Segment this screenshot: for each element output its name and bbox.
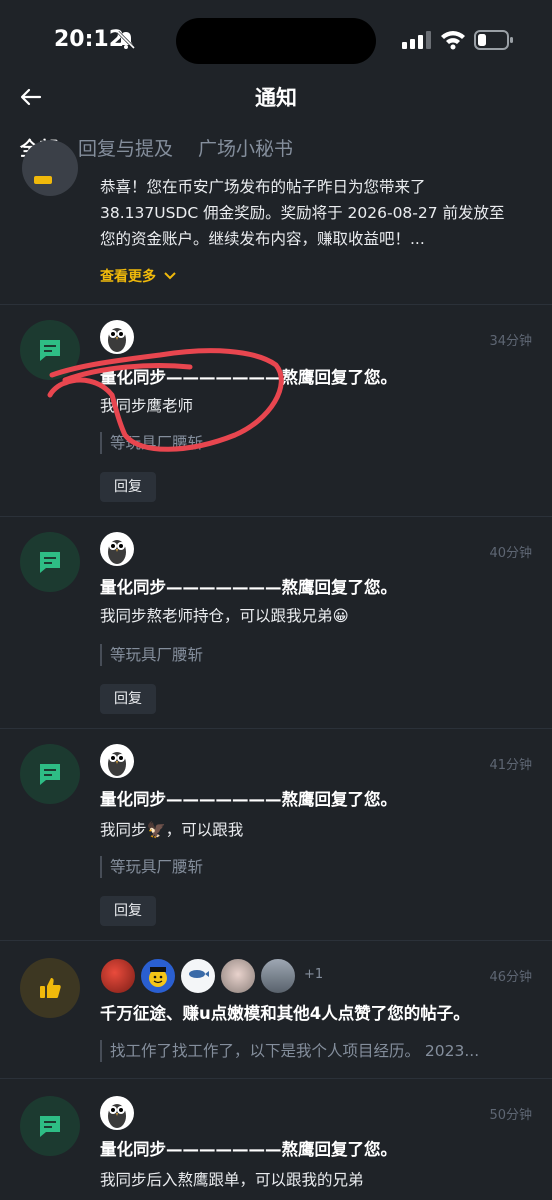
cellular-signal-icon	[402, 31, 431, 49]
avatar[interactable]	[100, 320, 134, 354]
thumbs-up-icon	[40, 978, 61, 998]
reply-type-badge	[20, 320, 80, 380]
reply-button[interactable]: 回复	[100, 684, 156, 714]
reward-body: 恭喜！您在币安广场发布的帖子昨日为您带来了 38.137USDC 佣金奖励。奖励…	[100, 178, 505, 248]
timestamp: 46分钟	[489, 970, 532, 985]
reply-type-badge	[20, 532, 80, 592]
avatar[interactable]	[100, 744, 134, 778]
extra-likers-count: +1	[304, 967, 324, 982]
chevron-down-icon	[164, 272, 176, 280]
owl-avatar-icon	[108, 328, 126, 352]
comment-icon	[40, 1116, 60, 1137]
avatar[interactable]	[100, 1096, 134, 1130]
avatar[interactable]	[180, 958, 216, 994]
owl-avatar-icon	[108, 1104, 126, 1128]
notification-headline: 量化同步———————熬鹰回复了您。	[100, 790, 397, 809]
dynamic-island	[176, 18, 376, 64]
quoted-post[interactable]: 找工作了找工作了，以下是我个人项目经历。 2023...	[100, 1040, 479, 1062]
nav-header: 通知	[0, 72, 552, 122]
reply-type-badge	[20, 744, 80, 804]
tab-replies-mentions[interactable]: 回复与提及	[78, 134, 173, 161]
reward-avatar	[22, 140, 78, 196]
reply-notification[interactable]: 34分钟 量化同步———————熬鹰回复了您。 我同步鹰老师 等玩具厂腰斩 回复	[0, 304, 552, 516]
notification-headline: 千万征途、赚u点嫩模和其他4人点赞了您的帖子。	[100, 1004, 470, 1023]
see-more-label: 查看更多	[100, 269, 156, 285]
wifi-icon	[441, 31, 465, 50]
comment-icon	[40, 340, 60, 361]
owl-avatar-icon	[108, 540, 126, 564]
liker-avatars[interactable]: +1	[100, 958, 323, 994]
timestamp: 50分钟	[489, 1108, 532, 1123]
reply-message: 我同步鹰老师	[100, 397, 194, 415]
like-type-badge	[20, 958, 80, 1018]
comment-icon	[40, 764, 60, 785]
fish-logo-icon	[189, 970, 209, 978]
avatar[interactable]	[140, 958, 176, 994]
reply-notification[interactable]: 50分钟 量化同步———————熬鹰回复了您。 我同步后入熬鹰跟单，可以跟我的兄…	[0, 1078, 552, 1200]
timestamp: 40分钟	[489, 546, 532, 561]
quoted-post[interactable]: 等玩具厂腰斩	[100, 856, 203, 878]
reply-message: 我同步🦅，可以跟我	[100, 821, 244, 839]
quoted-post[interactable]: 等玩具厂腰斩	[100, 644, 203, 666]
avatar[interactable]	[220, 958, 256, 994]
owl-avatar-icon	[108, 752, 126, 776]
battery-icon	[474, 30, 513, 50]
reply-message: 我同步后入熬鹰跟单，可以跟我的兄弟	[100, 1171, 364, 1189]
comment-icon	[40, 552, 60, 573]
reply-message: 我同步熬老师持仓，可以跟我兄弟😀	[100, 607, 349, 625]
status-bar: 20:12	[0, 0, 552, 80]
timestamp: 34分钟	[489, 334, 532, 349]
like-notification[interactable]: +1 46分钟 千万征途、赚u点嫩模和其他4人点赞了您的帖子。 找工作了找工作了…	[0, 940, 552, 1078]
reply-button[interactable]: 回复	[100, 896, 156, 926]
notification-headline: 量化同步———————熬鹰回复了您。	[100, 1140, 397, 1159]
reward-notification[interactable]: 恭喜！您在币安广场发布的帖子昨日为您带来了 38.137USDC 佣金奖励。奖励…	[0, 140, 552, 304]
reply-button[interactable]: 回复	[100, 472, 156, 502]
notification-headline: 量化同步———————熬鹰回复了您。	[100, 368, 397, 387]
tab-square-assistant[interactable]: 广场小秘书	[198, 134, 293, 161]
page-title: 通知	[255, 86, 297, 110]
avatar[interactable]	[100, 532, 134, 566]
avatar[interactable]	[100, 958, 136, 994]
reply-notification[interactable]: 41分钟 量化同步———————熬鹰回复了您。 我同步🦅，可以跟我 等玩具厂腰斩…	[0, 728, 552, 940]
tab-bar: 全部 回复与提及 广场小秘书	[0, 130, 552, 170]
clock: 20:12	[54, 27, 125, 52]
reply-type-badge	[20, 1096, 80, 1156]
quoted-post[interactable]: 等玩具厂腰斩	[100, 432, 203, 454]
smiley-avatar-icon	[149, 967, 167, 987]
avatar[interactable]	[260, 958, 296, 994]
bell-off-icon	[116, 30, 136, 50]
notification-headline: 量化同步———————熬鹰回复了您。	[100, 578, 397, 597]
see-more-link[interactable]: 查看更多	[100, 266, 176, 286]
reply-notification[interactable]: 40分钟 量化同步———————熬鹰回复了您。 我同步熬老师持仓，可以跟我兄弟😀…	[0, 516, 552, 728]
timestamp: 41分钟	[489, 758, 532, 773]
